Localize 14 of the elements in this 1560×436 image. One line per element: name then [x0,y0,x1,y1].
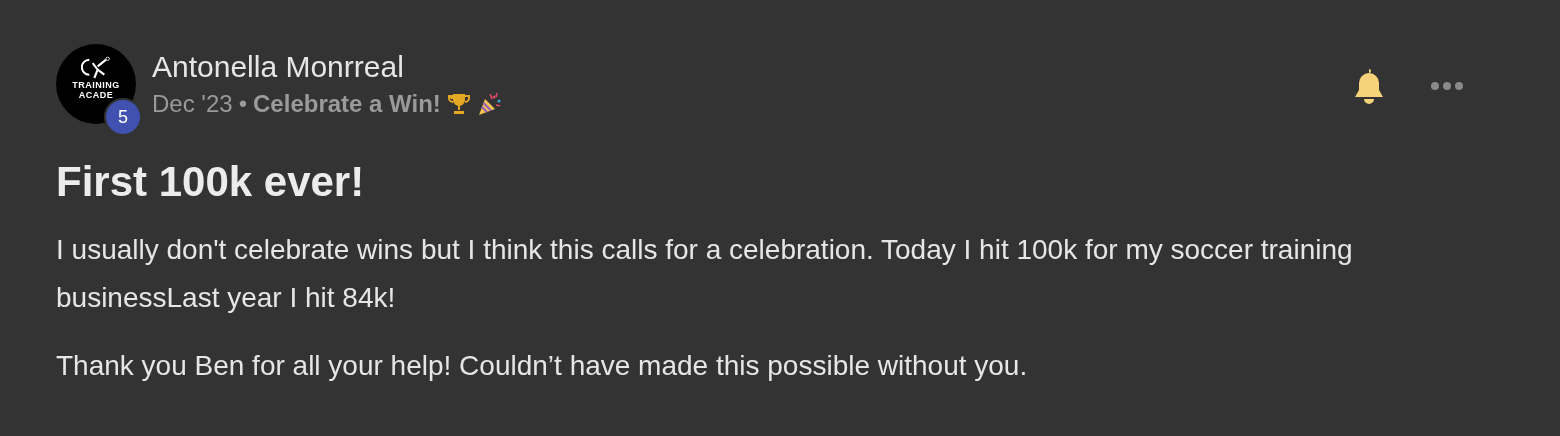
post-paragraph: I usually don't celebrate wins but I think this calls for a celebration. Today I hit 100k for my soccer training businessLast year I hit 84k! [56,233,1354,315]
level-badge: 5 [104,98,142,136]
bell-icon[interactable] [1352,66,1386,106]
party-popper-icon [476,91,503,117]
post-paragraph: Thank you Ben for all your help! Couldn’t have made this possible without you. [56,349,1029,383]
separator: • [238,90,248,118]
trophy-icon [446,92,471,116]
author-name[interactable]: Antonella Monrreal [152,50,1336,84]
category-link[interactable]: Celebrate a Win! [253,90,441,118]
logo-text: ACADE [78,90,114,100]
logo-text: TRAINING [72,80,120,90]
more-options-icon[interactable] [1430,81,1464,91]
post-title: First 100k ever! [56,158,366,206]
post-date: Dec '23 [152,90,233,118]
